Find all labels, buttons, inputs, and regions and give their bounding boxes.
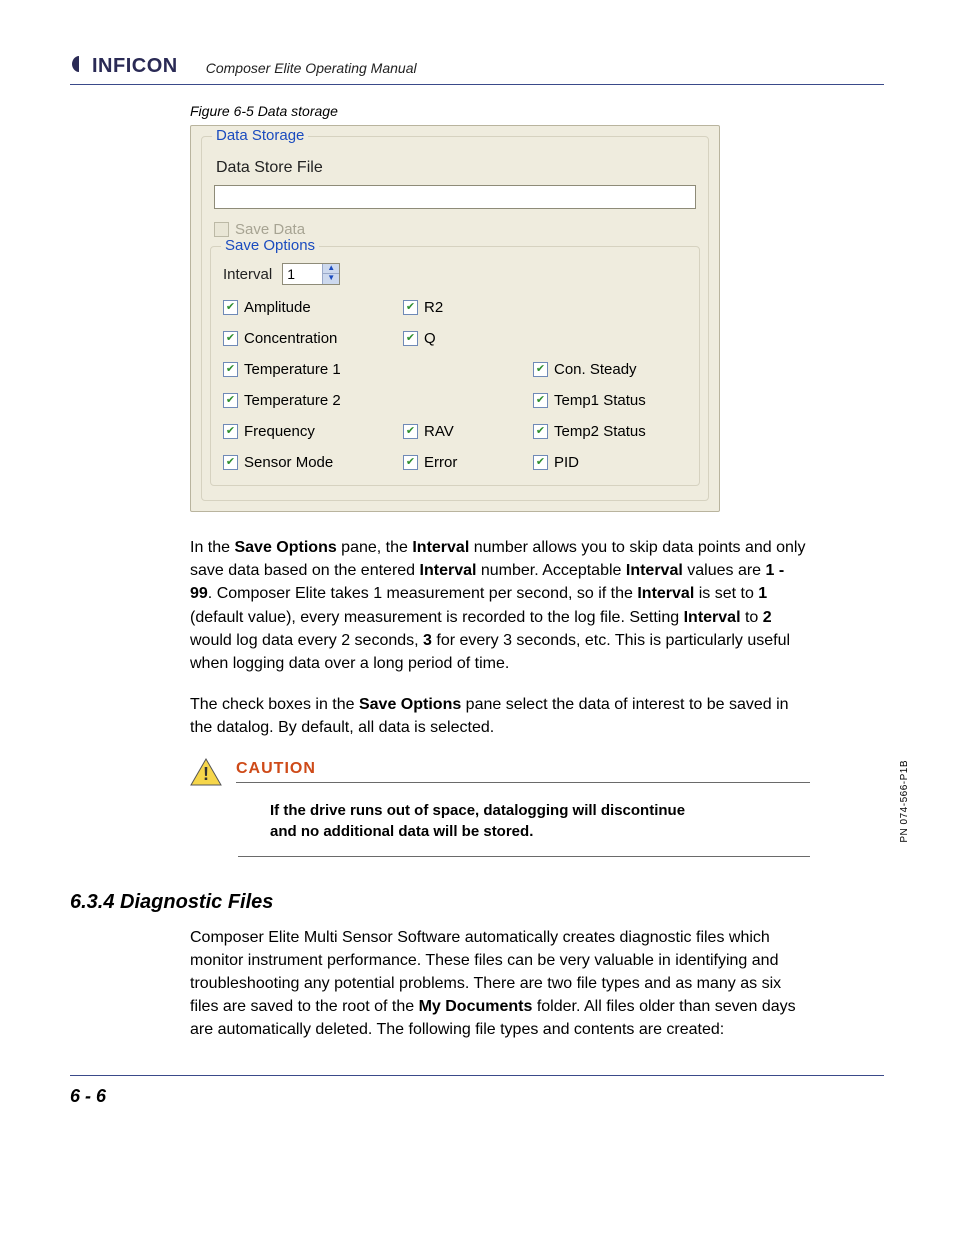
interval-row: Interval 1 ▲ ▼ <box>223 263 687 285</box>
opt-concentration[interactable]: ✔Concentration <box>223 330 403 347</box>
brand-text: INFICON <box>92 55 178 78</box>
save-data-label: Save Data <box>235 221 305 238</box>
opt-temp2[interactable]: ✔Temperature 2 <box>223 392 403 409</box>
page-number: 6 - 6 <box>70 1075 884 1107</box>
checkbox-icon[interactable]: ✔ <box>223 362 238 377</box>
opt-pid[interactable]: ✔PID <box>533 454 703 471</box>
save-options-group: Save Options Interval 1 ▲ ▼ ✔Amplitude ✔… <box>210 246 700 486</box>
brand-logo: INFICON <box>70 55 178 78</box>
opt-amplitude[interactable]: ✔Amplitude <box>223 299 403 316</box>
checkbox-icon[interactable]: ✔ <box>223 331 238 346</box>
document-title: Composer Elite Operating Manual <box>206 60 417 78</box>
data-store-file-input[interactable] <box>214 185 696 209</box>
section-heading: 6.3.4 Diagnostic Files <box>70 891 884 914</box>
opt-con-steady[interactable]: ✔Con. Steady <box>533 361 703 378</box>
opt-r2[interactable]: ✔R2 <box>403 299 533 316</box>
page-header: INFICON Composer Elite Operating Manual <box>70 55 884 85</box>
group-title-save-options: Save Options <box>221 237 319 254</box>
data-store-file-label: Data Store File <box>216 159 696 177</box>
body-paragraphs: In the Save Options pane, the Interval n… <box>190 536 810 740</box>
interval-spinner[interactable]: 1 ▲ ▼ <box>282 263 340 285</box>
group-title-data-storage: Data Storage <box>212 127 308 144</box>
data-storage-group: Data Storage Data Store File Save Data S… <box>201 136 709 501</box>
checkbox-icon[interactable]: ✔ <box>223 300 238 315</box>
checkbox-icon[interactable]: ✔ <box>223 424 238 439</box>
caution-label: CAUTION <box>236 760 316 777</box>
figure-caption: Figure 6-5 Data storage <box>190 103 884 119</box>
checkbox-icon[interactable]: ✔ <box>223 455 238 470</box>
checkbox-icon[interactable]: ✔ <box>403 331 418 346</box>
opt-error[interactable]: ✔Error <box>403 454 533 471</box>
opt-temp1-status[interactable]: ✔Temp1 Status <box>533 392 703 409</box>
warning-icon: ! <box>190 758 222 786</box>
data-storage-panel: Data Storage Data Store File Save Data S… <box>190 125 720 512</box>
checkbox-icon[interactable]: ✔ <box>223 393 238 408</box>
checkbox-icon[interactable]: ✔ <box>533 455 548 470</box>
interval-label: Interval <box>223 266 272 283</box>
caution-rule-bottom <box>238 856 810 857</box>
checkbox-icon[interactable]: ✔ <box>533 393 548 408</box>
section-body: Composer Elite Multi Sensor Software aut… <box>190 926 810 1042</box>
caution-block: ! CAUTION If the drive runs out of space… <box>190 758 810 857</box>
opt-frequency[interactable]: ✔Frequency <box>223 423 403 440</box>
paragraph-checkboxes: The check boxes in the Save Options pane… <box>190 693 810 739</box>
checkbox-icon[interactable]: ✔ <box>533 362 548 377</box>
part-number-vertical: PN 074-566-P1B <box>899 760 910 843</box>
svg-text:!: ! <box>203 764 209 784</box>
caution-text: If the drive runs out of space, datalogg… <box>270 800 710 842</box>
opt-temp1[interactable]: ✔Temperature 1 <box>223 361 403 378</box>
checkbox-icon[interactable]: ✔ <box>403 424 418 439</box>
checkbox-icon[interactable]: ✔ <box>403 455 418 470</box>
paragraph-interval: In the Save Options pane, the Interval n… <box>190 536 810 675</box>
opt-sensor-mode[interactable]: ✔Sensor Mode <box>223 454 403 471</box>
logo-mark-icon <box>70 55 88 78</box>
checkbox-icon[interactable]: ✔ <box>533 424 548 439</box>
save-data-row[interactable]: Save Data <box>214 221 696 238</box>
checkbox-icon[interactable]: ✔ <box>403 300 418 315</box>
opt-rav[interactable]: ✔RAV <box>403 423 533 440</box>
options-grid: ✔Amplitude ✔R2 ✔Concentration ✔Q ✔Temper… <box>223 299 687 471</box>
opt-temp2-status[interactable]: ✔Temp2 Status <box>533 423 703 440</box>
caution-rule-top <box>236 782 810 783</box>
interval-value: 1 <box>283 266 322 282</box>
opt-q[interactable]: ✔Q <box>403 330 533 347</box>
spinner-down-icon[interactable]: ▼ <box>323 274 339 284</box>
save-data-checkbox[interactable] <box>214 222 229 237</box>
